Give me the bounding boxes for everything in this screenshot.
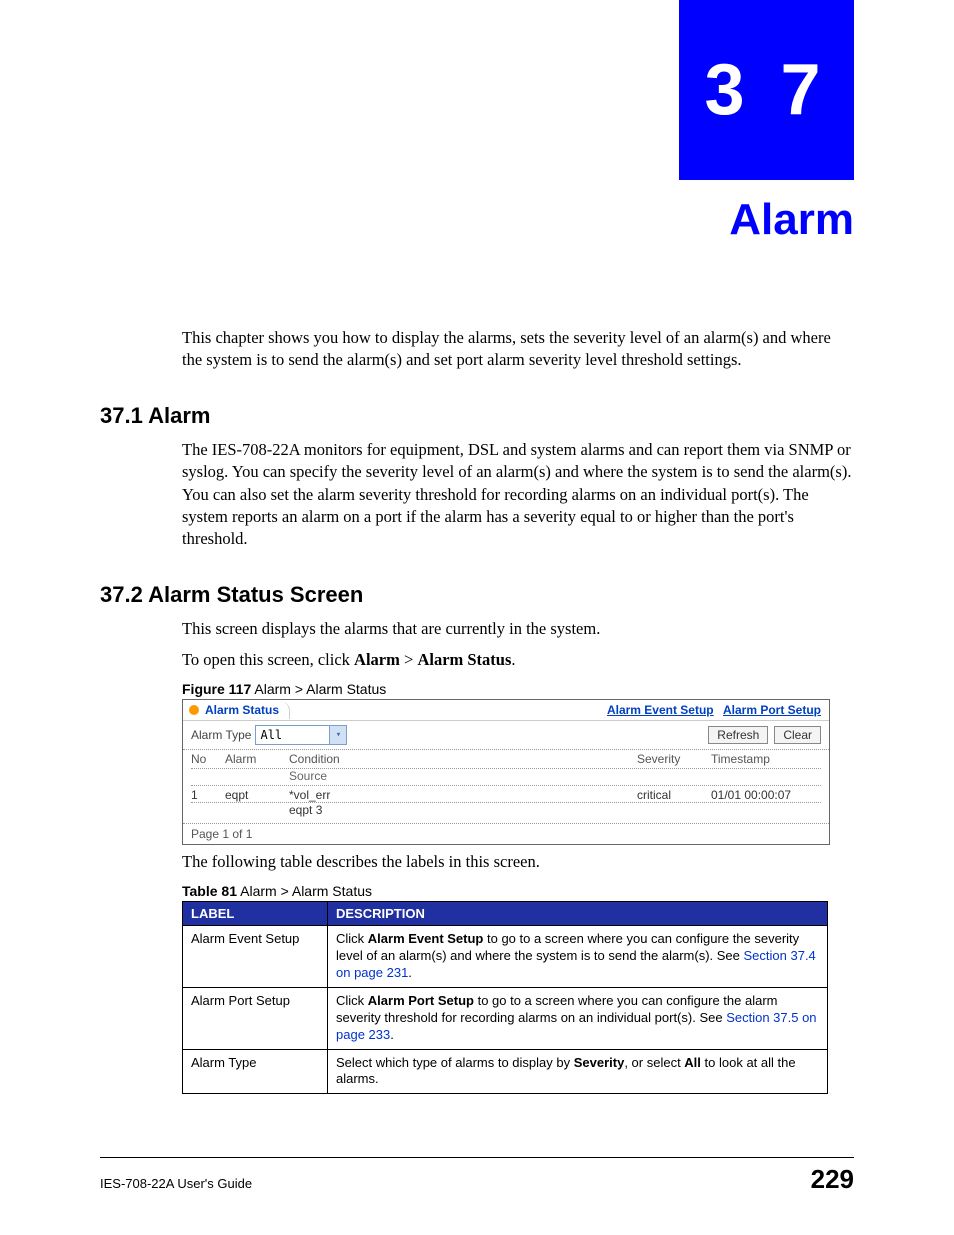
post-figure-text: The following table describes the labels…	[182, 851, 854, 873]
table-caption-text: Alarm > Alarm Status	[237, 883, 372, 899]
nav-b1: Alarm	[354, 650, 400, 669]
desc-pre: Click	[336, 931, 368, 946]
figure-tab-title: Alarm Status	[205, 703, 279, 717]
nav-mid: >	[400, 650, 418, 669]
section-37-2-body1: This screen displays the alarms that are…	[182, 618, 854, 640]
refresh-button[interactable]: Refresh	[708, 726, 768, 744]
cell-no: 1	[191, 788, 221, 802]
figure-table-headers: No Alarm Condition Severity Timestamp	[183, 749, 829, 768]
figure-label: Figure 117	[182, 681, 251, 697]
figure-caption-text: Alarm > Alarm Status	[251, 681, 386, 697]
desc-mid: , or select	[624, 1055, 684, 1070]
chapter-number: 3 7	[704, 49, 828, 131]
tab-dot-icon	[189, 705, 199, 715]
desc-bold2: All	[684, 1055, 701, 1070]
col-timestamp: Timestamp	[711, 752, 821, 766]
table-81: LABEL DESCRIPTION Alarm Event Setup Clic…	[182, 901, 828, 1094]
td-label: Alarm Port Setup	[183, 987, 328, 1049]
td-label: Alarm Type	[183, 1049, 328, 1094]
figure-caption: Figure 117 Alarm > Alarm Status	[182, 681, 854, 697]
cell-alarm: eqpt	[225, 788, 285, 802]
empty	[225, 769, 285, 783]
table-row: 1 eqpt *vol_err critical 01/01 00:00:07	[183, 786, 829, 802]
alarm-type-label: Alarm Type	[191, 728, 251, 742]
th-label: LABEL	[183, 902, 328, 926]
figure-117-screenshot: Alarm Status Alarm Event Setup Alarm Por…	[182, 699, 830, 845]
chapter-number-box: 3 7	[679, 0, 854, 180]
td-desc: Click Alarm Port Setup to go to a screen…	[328, 987, 828, 1049]
nav-b2: Alarm Status	[417, 650, 511, 669]
figure-toolbar: Alarm Type All ▾ Refresh Clear	[183, 721, 829, 749]
figure-tab[interactable]: Alarm Status	[183, 701, 290, 719]
nav-post: .	[511, 650, 515, 669]
alarm-type-value: All	[256, 728, 329, 742]
footer-page-number: 229	[811, 1164, 854, 1195]
cell-severity: critical	[637, 788, 707, 802]
desc-post: .	[408, 965, 412, 980]
nav-pre: To open this screen, click	[182, 650, 354, 669]
desc-pre: Click	[336, 993, 368, 1008]
page: 3 7 Alarm This chapter shows you how to …	[0, 0, 954, 1235]
cell-timestamp: 01/01 00:00:07	[711, 788, 821, 802]
col-severity: Severity	[637, 752, 707, 766]
td-desc: Select which type of alarms to display b…	[328, 1049, 828, 1094]
alarm-port-setup-link[interactable]: Alarm Port Setup	[723, 703, 821, 717]
section-37-1-heading: 37.1 Alarm	[100, 403, 854, 429]
table-row-sub: eqpt 3	[183, 803, 829, 817]
table-caption: Table 81 Alarm > Alarm Status	[182, 883, 854, 899]
section-37-2-heading: 37.2 Alarm Status Screen	[100, 582, 854, 608]
chapter-title: Alarm	[729, 195, 854, 245]
td-desc: Click Alarm Event Setup to go to a scree…	[328, 926, 828, 988]
section-37-2-body2: To open this screen, click Alarm > Alarm…	[182, 649, 854, 671]
empty	[191, 769, 221, 783]
table-row: Alarm Event Setup Click Alarm Event Setu…	[183, 926, 828, 988]
table-row: Alarm Port Setup Click Alarm Port Setup …	[183, 987, 828, 1049]
figure-header-links: Alarm Event Setup Alarm Port Setup	[601, 703, 829, 717]
col-condition: Condition	[289, 752, 633, 766]
alarm-event-setup-link[interactable]: Alarm Event Setup	[607, 703, 714, 717]
figure-pagination: Page 1 of 1	[183, 823, 829, 844]
empty	[225, 803, 285, 817]
clear-button[interactable]: Clear	[774, 726, 821, 744]
figure-table-subheader: Source	[183, 769, 829, 785]
table-row: Alarm Type Select which type of alarms t…	[183, 1049, 828, 1094]
page-footer: IES-708-22A User's Guide 229	[100, 1157, 854, 1195]
desc-post: .	[390, 1027, 394, 1042]
desc-bold: Severity	[574, 1055, 625, 1070]
figure-titlebar: Alarm Status Alarm Event Setup Alarm Por…	[183, 700, 829, 721]
cell-condition: *vol_err	[289, 788, 633, 802]
desc-bold: Alarm Port Setup	[368, 993, 474, 1008]
col-no: No	[191, 752, 221, 766]
alarm-type-select[interactable]: All ▾	[255, 725, 347, 745]
desc-bold: Alarm Event Setup	[368, 931, 484, 946]
cell-source: eqpt 3	[289, 803, 633, 817]
chapter-intro: This chapter shows you how to display th…	[182, 327, 854, 372]
td-label: Alarm Event Setup	[183, 926, 328, 988]
table-header-row: LABEL DESCRIPTION	[183, 902, 828, 926]
col-alarm: Alarm	[225, 752, 285, 766]
table-label: Table 81	[182, 883, 237, 899]
footer-guide-name: IES-708-22A User's Guide	[100, 1176, 252, 1191]
content-area: This chapter shows you how to display th…	[100, 310, 854, 1094]
empty	[191, 803, 221, 817]
col-source: Source	[289, 769, 633, 783]
section-37-1-body: The IES-708-22A monitors for equipment, …	[182, 439, 854, 550]
chevron-down-icon: ▾	[329, 726, 346, 744]
desc-pre: Select which type of alarms to display b…	[336, 1055, 574, 1070]
th-desc: DESCRIPTION	[328, 902, 828, 926]
